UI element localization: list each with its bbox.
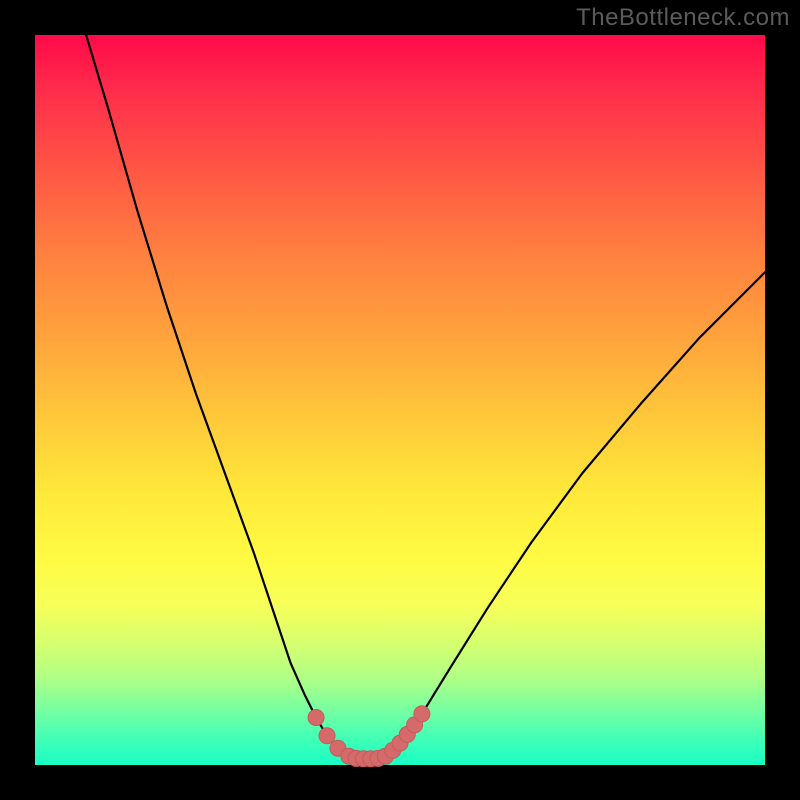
watermark-text: TheBottleneck.com [576,4,790,32]
curve-layer [35,35,765,765]
trough-marker [414,706,430,722]
bottleneck-curve [86,35,765,759]
plot-area [35,35,765,765]
chart-frame: TheBottleneck.com [0,0,800,800]
trough-marker [308,710,324,726]
trough-marker [319,728,335,744]
